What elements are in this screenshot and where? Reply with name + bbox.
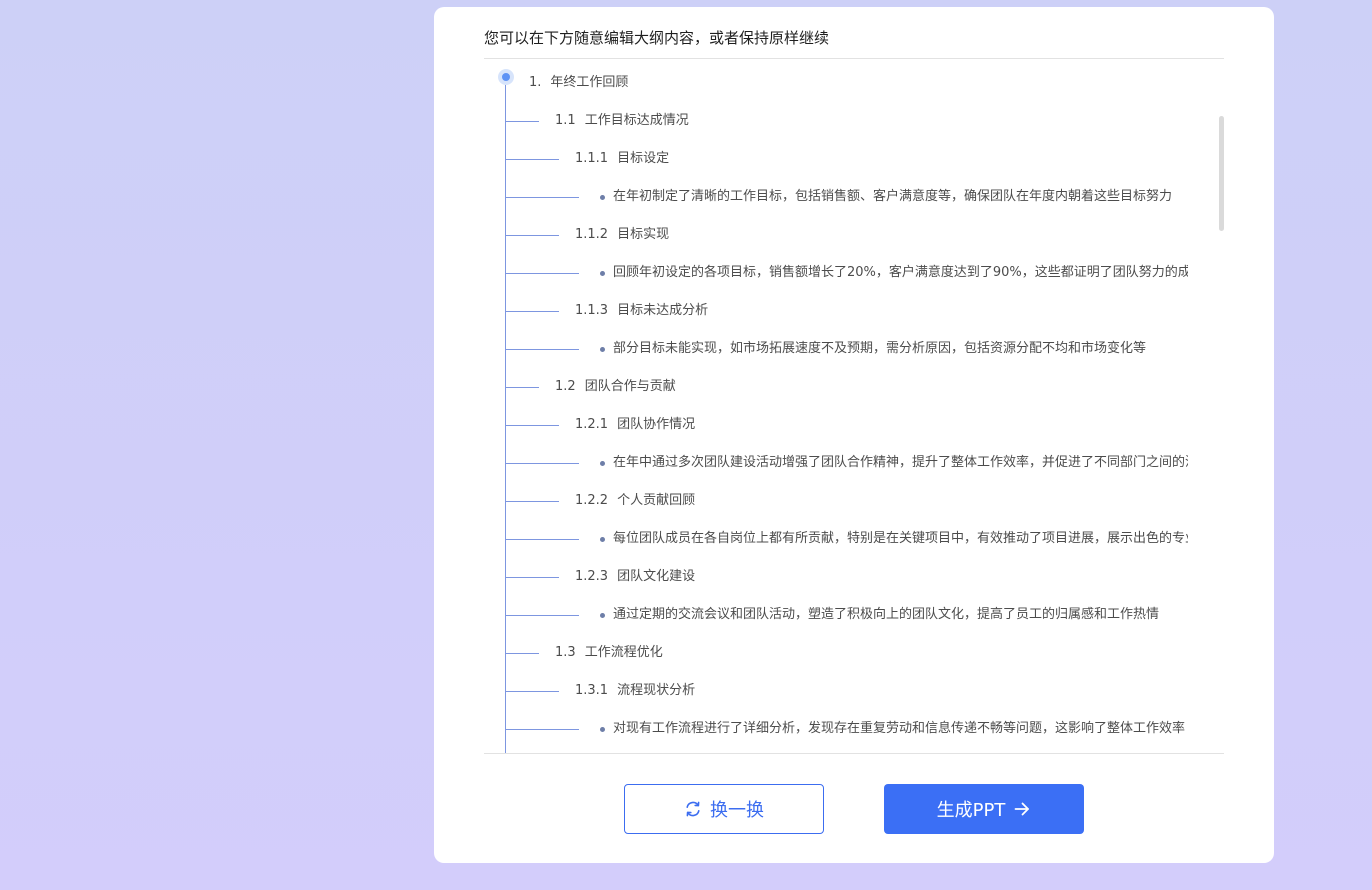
subsection-connector-line — [505, 159, 559, 160]
bullet-connector-line — [505, 463, 579, 464]
outline-bullet-text[interactable]: 每位团队成员在各自岗位上都有所贡献，特别是在关键项目中，有效推动了项目进展，展示… — [613, 529, 1188, 549]
subsection-title: 目标未达成分析 — [617, 303, 709, 318]
subsection-title: 目标设定 — [617, 151, 670, 166]
bullet-connector-line — [505, 729, 579, 730]
bullet-dot-icon — [600, 347, 605, 352]
outline-section-node[interactable]: 1.2 团队合作与贡献 — [555, 377, 676, 397]
bullet-dot-icon — [600, 195, 605, 200]
tree-trunk-line — [505, 76, 506, 753]
bullet-connector-line — [505, 539, 579, 540]
subsection-connector-line — [505, 425, 559, 426]
subsection-number: 1.1.2 — [575, 227, 609, 242]
subsection-connector-line — [505, 235, 559, 236]
subsection-connector-line — [505, 691, 559, 692]
outline-bullet-text[interactable]: 在年初制定了清晰的工作目标，包括销售额、客户满意度等，确保团队在年度内朝着这些目… — [613, 187, 1188, 207]
refresh-label: 换一换 — [710, 800, 764, 821]
section-number: 1.1 — [555, 113, 576, 128]
arrow-right-icon — [1013, 800, 1031, 818]
bullet-connector-line — [505, 615, 579, 616]
outline-subsection-node[interactable]: 1.2.2 个人贡献回顾 — [575, 491, 695, 511]
subsection-title: 团队协作情况 — [617, 417, 696, 432]
instruction-text: 您可以在下方随意编辑大纲内容，或者保持原样继续 — [484, 29, 830, 47]
bullet-dot-icon — [600, 461, 605, 466]
outline-editor-card: 您可以在下方随意编辑大纲内容，或者保持原样继续 1. 年终工作回顾 1.1 工作目标… — [434, 7, 1274, 863]
root-node-dot-icon — [498, 69, 514, 85]
outline-subsection-node[interactable]: 1.2.1 团队协作情况 — [575, 415, 695, 435]
outline-bullet-text[interactable]: 对现有工作流程进行了详细分析，发现存在重复劳动和信息传递不畅等问题，这影响了整体… — [613, 719, 1188, 739]
subsection-title: 流程现状分析 — [617, 683, 696, 698]
root-title: 年终工作回顾 — [550, 75, 629, 90]
outline-bullet-text[interactable]: 部分目标未能实现，如市场拓展速度不及预期，需分析原因，包括资源分配不均和市场变化… — [613, 339, 1188, 359]
section-number: 1.3 — [555, 645, 576, 660]
outline-section-node[interactable]: 1.1 工作目标达成情况 — [555, 111, 689, 131]
generate-ppt-button[interactable]: 生成PPT — [884, 784, 1084, 834]
outline-bullet-text[interactable]: 在年中通过多次团队建设活动增强了团队合作精神，提升了整体工作效率，并促进了不同部… — [613, 453, 1188, 473]
bullet-dot-icon — [600, 271, 605, 276]
outline-subsection-node[interactable]: 1.1.1 目标设定 — [575, 149, 669, 169]
section-number: 1.2 — [555, 379, 576, 394]
outline-bullet-text[interactable]: 通过定期的交流会议和团队活动，塑造了积极向上的团队文化，提高了员工的归属感和工作… — [613, 605, 1188, 625]
subsection-title: 个人贡献回顾 — [617, 493, 696, 508]
outline-bullet-text[interactable]: 回顾年初设定的各项目标，销售额增长了20%，客户满意度达到了90%，这些都证明了… — [613, 263, 1188, 283]
bottom-divider — [484, 753, 1224, 754]
bullet-dot-icon — [600, 537, 605, 542]
section-title: 工作目标达成情况 — [584, 113, 689, 128]
outline-subsection-node[interactable]: 1.3.1 流程现状分析 — [575, 681, 695, 701]
section-connector-line — [505, 653, 539, 654]
root-number: 1. — [529, 75, 542, 90]
subsection-connector-line — [505, 501, 559, 502]
subsection-connector-line — [505, 577, 559, 578]
subsection-number: 1.2.2 — [575, 493, 609, 508]
bullet-connector-line — [505, 273, 579, 274]
subsection-number: 1.2.1 — [575, 417, 609, 432]
outline-subsection-node[interactable]: 1.1.2 目标实现 — [575, 225, 669, 245]
subsection-connector-line — [505, 311, 559, 312]
outline-section-node[interactable]: 1.3 工作流程优化 — [555, 643, 663, 663]
subsection-number: 1.1.3 — [575, 303, 609, 318]
subsection-number: 1.2.3 — [575, 569, 609, 584]
outline-root-node[interactable]: 1. 年终工作回顾 — [529, 73, 628, 93]
refresh-button[interactable]: 换一换 — [624, 784, 824, 834]
bullet-connector-line — [505, 197, 579, 198]
bullet-dot-icon — [600, 613, 605, 618]
generate-label: 生成PPT — [936, 800, 1006, 821]
outline-scrollbar[interactable] — [1219, 116, 1224, 231]
subsection-number: 1.1.1 — [575, 151, 609, 166]
section-connector-line — [505, 387, 539, 388]
bullet-connector-line — [505, 349, 579, 350]
outline-subsection-node[interactable]: 1.2.3 团队文化建设 — [575, 567, 695, 587]
section-title: 团队合作与贡献 — [584, 379, 676, 394]
subsection-title: 目标实现 — [617, 227, 670, 242]
subsection-title: 团队文化建设 — [617, 569, 696, 584]
subsection-number: 1.3.1 — [575, 683, 609, 698]
outline-tree[interactable]: 1. 年终工作回顾 1.1 工作目标达成情况 1.1.1 目标设定 在年初制定了清晰的工作… — [484, 59, 1224, 753]
refresh-icon — [684, 800, 702, 818]
section-connector-line — [505, 121, 539, 122]
outline-subsection-node[interactable]: 1.1.3 目标未达成分析 — [575, 301, 708, 321]
bullet-dot-icon — [600, 727, 605, 732]
section-title: 工作流程优化 — [584, 645, 663, 660]
